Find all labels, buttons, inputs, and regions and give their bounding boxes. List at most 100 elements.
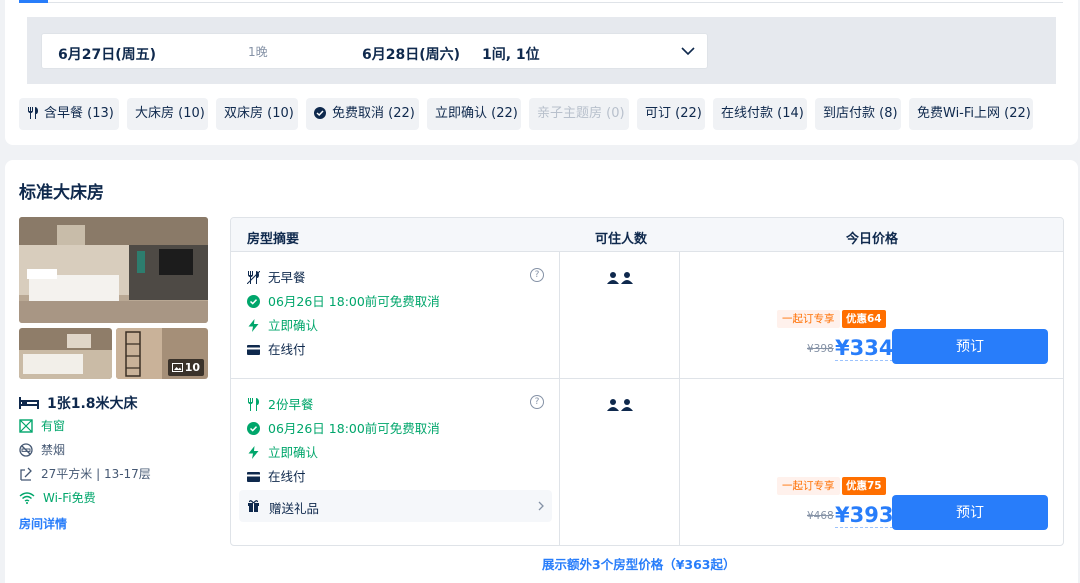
chevron-right-icon bbox=[538, 501, 544, 511]
meal-info: 2份早餐 bbox=[247, 394, 313, 413]
window-icon bbox=[19, 418, 33, 433]
gift-row[interactable]: 赠送礼品 bbox=[239, 490, 552, 522]
discount-tag: 优惠75 bbox=[842, 477, 886, 495]
original-price: ¥398 bbox=[807, 343, 834, 355]
filter-free-cancel[interactable]: 免费取消 (22) bbox=[306, 98, 419, 130]
rate-table: 房型摘要 可住人数 今日价格 无早餐 ? 06月26日 18:00前可免费取消 … bbox=[230, 217, 1064, 546]
lightning-icon bbox=[248, 319, 259, 332]
active-tab-indicator bbox=[19, 0, 48, 3]
book-button[interactable]: 预订 bbox=[892, 495, 1048, 530]
filter-pay-online[interactable]: 在线付款 (14) bbox=[713, 98, 807, 130]
checkin-date[interactable]: 6月27日(周五) bbox=[58, 44, 156, 64]
date-guest-selector[interactable]: 6月27日(周五) 1晚 6月28日(周六) 1间, 1位 bbox=[41, 33, 708, 69]
checkout-date[interactable]: 6月28日(周六) bbox=[362, 44, 460, 64]
gift-label: 赠送礼品 bbox=[269, 501, 320, 516]
no-smoking-icon bbox=[19, 442, 33, 457]
cancel-policy[interactable]: 06月26日 18:00前可免费取消 bbox=[247, 291, 440, 310]
filter-label: 立即确认 (22) bbox=[435, 106, 518, 121]
table-header: 房型摘要 可住人数 今日价格 bbox=[231, 218, 1063, 252]
two-guests-icon bbox=[607, 272, 633, 284]
payment-label: 在线付 bbox=[268, 469, 306, 484]
confirm-label: 立即确认 bbox=[268, 445, 319, 460]
meal-info: 无早餐 bbox=[247, 267, 306, 286]
filter-label: 亲子主题房 (0) bbox=[537, 106, 625, 121]
bed-type: 1张1.8米大床 bbox=[19, 393, 138, 413]
chevron-down-icon[interactable] bbox=[681, 46, 695, 56]
check-circle-icon bbox=[247, 422, 260, 435]
room-details-link[interactable]: 房间详情 bbox=[19, 515, 67, 532]
cancel-policy[interactable]: 06月26日 18:00前可免费取消 bbox=[247, 418, 440, 437]
confirm-label: 立即确认 bbox=[268, 318, 319, 333]
photo-count-badge[interactable]: 10 bbox=[167, 359, 204, 376]
current-price: ¥393 bbox=[835, 503, 894, 528]
wifi-feature: Wi-Fi免费 bbox=[19, 489, 96, 506]
check-circle-icon bbox=[314, 106, 326, 119]
help-icon[interactable]: ? bbox=[530, 268, 544, 282]
header-price: 今日价格 bbox=[846, 232, 899, 247]
payment-label: 在线付 bbox=[268, 342, 306, 357]
promo-tag: 一起订专享 bbox=[777, 477, 840, 495]
payment-method: 在线付 bbox=[247, 466, 306, 485]
filter-label: 含早餐 (13) bbox=[44, 106, 114, 121]
filter-label: 在线付款 (14) bbox=[721, 106, 804, 121]
filter-available[interactable]: 可订 (22) bbox=[637, 98, 705, 130]
area-label: 27平方米 | 13-17层 bbox=[41, 467, 151, 481]
column-divider bbox=[559, 252, 560, 545]
filter-label: 免费取消 (22) bbox=[332, 106, 415, 121]
tab-divider bbox=[27, 2, 1063, 3]
nights-count: 1晚 bbox=[248, 45, 268, 59]
filter-instant-confirm[interactable]: 立即确认 (22) bbox=[427, 98, 521, 130]
current-price: ¥334 bbox=[835, 336, 894, 361]
promo-tag: 一起订专享 bbox=[777, 310, 840, 328]
bed-icon bbox=[19, 397, 39, 409]
credit-card-icon bbox=[247, 471, 260, 482]
filter-label: 双床房 (10) bbox=[224, 106, 294, 121]
show-more-rooms-link[interactable]: 展示额外3个房型价格（¥363起） bbox=[542, 554, 736, 573]
cancel-label: 06月26日 18:00前可免费取消 bbox=[268, 294, 440, 309]
room-photo-thumb-2[interactable]: 10 bbox=[116, 328, 208, 379]
book-button[interactable]: 预订 bbox=[892, 329, 1048, 364]
filter-free-wifi[interactable]: 免费Wi-Fi上网 (22) bbox=[909, 98, 1033, 130]
original-price: ¥468 bbox=[807, 510, 834, 522]
smoking-feature: 禁烟 bbox=[19, 441, 65, 458]
meal-label: 无早餐 bbox=[268, 270, 306, 285]
room-photo-thumb-1[interactable] bbox=[19, 328, 112, 379]
filter-pay-at-hotel[interactable]: 到店付款 (8) bbox=[815, 98, 901, 130]
filter-label: 可订 (22) bbox=[645, 106, 702, 121]
room-photo-image bbox=[19, 328, 112, 379]
lightning-icon bbox=[248, 446, 259, 459]
credit-card-icon bbox=[247, 344, 260, 355]
area-icon bbox=[20, 467, 32, 481]
filter-family-theme: 亲子主题房 (0) bbox=[529, 98, 629, 130]
help-icon[interactable]: ? bbox=[530, 395, 544, 409]
filter-label: 到店付款 (8) bbox=[823, 106, 898, 121]
header-capacity: 可住人数 bbox=[595, 232, 648, 247]
instant-confirm: 立即确认 bbox=[247, 442, 318, 461]
image-icon bbox=[171, 362, 183, 372]
no-breakfast-icon bbox=[247, 271, 260, 284]
wifi-icon bbox=[19, 491, 35, 504]
photo-count: 10 bbox=[184, 361, 200, 374]
filter-label: 免费Wi-Fi上网 (22) bbox=[917, 106, 1031, 121]
two-guests-icon bbox=[607, 399, 633, 411]
fork-knife-icon bbox=[248, 398, 259, 411]
guests-rooms[interactable]: 1间, 1位 bbox=[482, 44, 540, 64]
wifi-label: Wi-Fi免费 bbox=[43, 491, 96, 505]
discount-tag: 优惠64 bbox=[842, 310, 886, 328]
window-feature: 有窗 bbox=[19, 417, 65, 434]
column-divider bbox=[679, 252, 680, 545]
header-summary: 房型摘要 bbox=[247, 232, 300, 247]
check-circle-icon bbox=[247, 295, 260, 308]
area-floor-feature: 27平方米 | 13-17层 bbox=[19, 465, 151, 482]
row-divider bbox=[231, 378, 1063, 379]
filter-twin-bed[interactable]: 双床房 (10) bbox=[216, 98, 298, 130]
filter-breakfast[interactable]: 含早餐 (13) bbox=[19, 98, 119, 130]
cancel-label: 06月26日 18:00前可免费取消 bbox=[268, 421, 440, 436]
payment-method: 在线付 bbox=[247, 339, 306, 358]
gift-icon bbox=[248, 500, 259, 512]
meal-label: 2份早餐 bbox=[268, 397, 314, 412]
room-photo-main[interactable] bbox=[19, 217, 208, 323]
instant-confirm: 立即确认 bbox=[247, 315, 318, 334]
filter-king-bed[interactable]: 大床房 (10) bbox=[127, 98, 208, 130]
bed-label: 1张1.8米大床 bbox=[47, 396, 138, 412]
